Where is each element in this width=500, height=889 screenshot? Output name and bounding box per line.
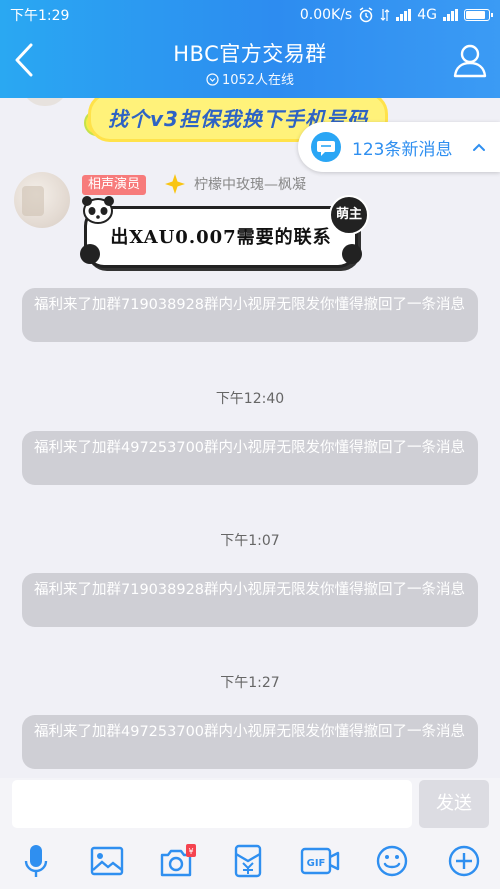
top-bar: 下午1:29 0.00K/s 4G HBC官方交易群 1052人在线 [0, 0, 500, 98]
recalled-message-notice: 福利来了加群497253700群内小视屏无限发你懂得撤回了一条消息 [22, 715, 478, 769]
group-title[interactable]: HBC官方交易群 [0, 38, 500, 68]
recalled-message-notice: 福利来了加群497253700群内小视屏无限发你懂得撤回了一条消息 [22, 431, 478, 485]
more-button[interactable] [442, 838, 486, 884]
chat-bubble-icon [311, 132, 341, 162]
chat-area[interactable]: 找个v3担保我换下手机号码 123条新消息 相声演员 柠檬中玫瑰—枫凝 出XAU… [0, 98, 500, 778]
sparkle-star-icon [165, 174, 185, 194]
owner-tag: 萌主 [329, 195, 369, 235]
message-input[interactable] [12, 780, 412, 828]
message-timestamp: 下午1:27 [220, 675, 280, 691]
online-count: 1052人在线 [0, 69, 500, 88]
sticker-text: 出XAU0.007需要的联系 [110, 227, 332, 248]
gif-button[interactable]: GIF [298, 838, 342, 884]
toolbar: ¥ GIF [0, 838, 500, 888]
sender-avatar[interactable] [14, 172, 70, 228]
input-bar: 发送 ¥ GIF [0, 778, 500, 889]
panda-paw-right [342, 244, 362, 264]
new-messages-label: 123条新消息 [352, 139, 453, 160]
camera-redpacket-icon: ¥ [160, 844, 196, 877]
panda-paw-left [80, 244, 100, 264]
gif-label: GIF [307, 858, 326, 869]
new-messages-button[interactable]: 123条新消息 [298, 122, 500, 172]
image-icon [90, 846, 124, 876]
plus-icon [448, 845, 480, 877]
microphone-icon [24, 845, 48, 877]
avatar[interactable] [22, 98, 68, 106]
recalled-message-notice: 福利来了加群719038928群内小视屏无限发你懂得撤回了一条消息 [22, 573, 478, 627]
title-bar: HBC官方交易群 1052人在线 [0, 30, 500, 98]
group-members-button[interactable] [452, 42, 488, 78]
emoji-icon [376, 845, 408, 877]
voice-button[interactable] [14, 838, 58, 884]
red-envelope-button[interactable] [226, 838, 270, 884]
image-button[interactable] [85, 838, 129, 884]
online-count-text: 1052人在线 [221, 73, 295, 88]
recalled-message-notice: 福利来了加群719038928群内小视屏无限发你懂得撤回了一条消息 [22, 288, 478, 342]
signal-icon [396, 9, 412, 21]
online-status-icon [206, 73, 219, 86]
status-time: 下午1:29 [10, 8, 70, 24]
chevron-up-icon [473, 143, 485, 151]
message-timestamp: 下午1:07 [220, 533, 280, 549]
signal-icon-2 [443, 9, 458, 21]
person-icon [453, 44, 487, 78]
emoji-button[interactable] [370, 838, 414, 884]
redpacket-mark: ¥ [188, 847, 193, 856]
red-envelope-icon [234, 844, 262, 878]
status-icons: 0.00K/s 4G [299, 7, 493, 23]
send-button[interactable]: 发送 [419, 780, 489, 828]
member-title-badge: 相声演员 [82, 175, 147, 195]
panda-icon [82, 196, 114, 224]
message-timestamp: 下午12:40 [215, 391, 285, 407]
sticker-message[interactable]: 出XAU0.007需要的联系 萌主 [84, 195, 369, 268]
network-type: 4G [417, 7, 437, 23]
network-speed: 0.00K/s [299, 7, 353, 23]
gif-icon: GIF [300, 847, 340, 875]
data-transfer-icon [380, 9, 390, 21]
battery-icon [464, 9, 493, 21]
alarm-icon [359, 7, 373, 23]
status-bar: 下午1:29 0.00K/s 4G [0, 0, 500, 30]
camera-button[interactable]: ¥ [156, 838, 200, 884]
sender-name[interactable]: 柠檬中玫瑰—枫凝 [194, 175, 306, 195]
